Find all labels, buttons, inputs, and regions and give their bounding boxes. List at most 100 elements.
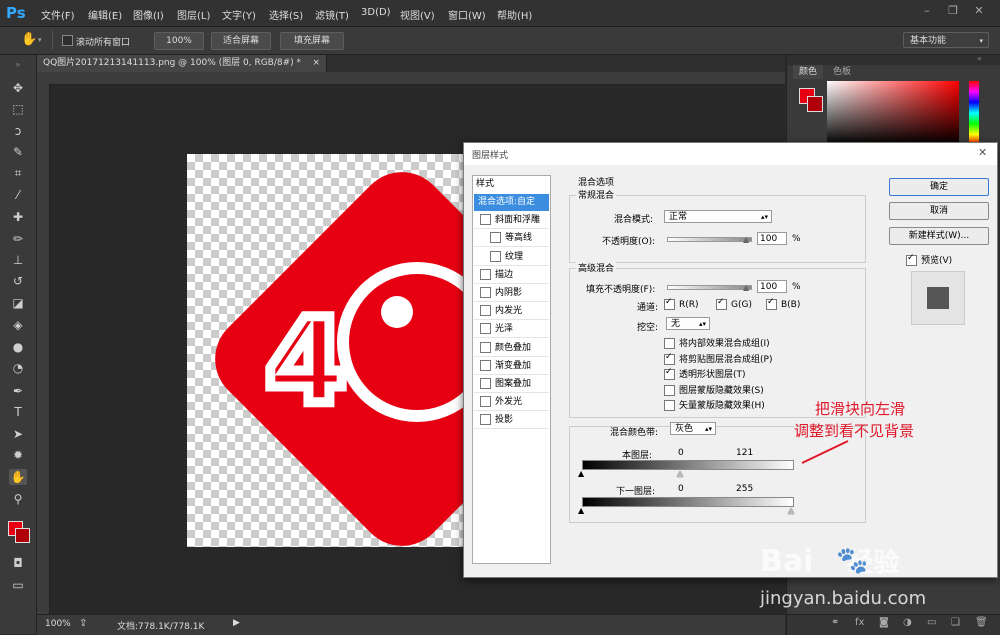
pen-tool-icon[interactable]: ✒ bbox=[9, 383, 27, 399]
style-item-checkbox[interactable] bbox=[490, 250, 501, 262]
menu-view[interactable]: 视图(V) bbox=[400, 7, 435, 22]
advanced-option-checkbox[interactable] bbox=[664, 352, 675, 365]
background-color-swatch[interactable] bbox=[807, 96, 823, 112]
document-canvas[interactable]: 4 bbox=[187, 154, 475, 547]
eraser-tool-icon[interactable]: ◪ bbox=[9, 295, 27, 311]
menu-layer[interactable]: 图层(L) bbox=[177, 7, 210, 22]
new-style-button[interactable]: 新建样式(W)... bbox=[889, 227, 989, 245]
lasso-tool-icon[interactable]: ↄ bbox=[9, 123, 27, 139]
blend-mode-select[interactable]: 正常 ▴▾ bbox=[664, 210, 772, 223]
color-field[interactable] bbox=[827, 81, 959, 145]
this-layer-white-slider[interactable]: ▲ bbox=[677, 469, 683, 478]
link-layers-icon[interactable]: ⚭ bbox=[831, 617, 839, 628]
hue-slider[interactable] bbox=[969, 81, 979, 145]
workspace-select[interactable]: 基本功能 ▾ bbox=[903, 32, 989, 48]
menu-file[interactable]: 文件(F) bbox=[41, 7, 75, 22]
document-tab[interactable]: QQ图片20171213141113.png @ 100% (图层 0, RGB… bbox=[37, 55, 327, 72]
mask-icon[interactable]: ◙ bbox=[879, 617, 889, 628]
fx-icon[interactable]: fx bbox=[855, 617, 864, 628]
chevron-down-icon[interactable]: ▾ bbox=[38, 36, 42, 44]
stamp-tool-icon[interactable]: ⊥ bbox=[9, 252, 27, 268]
advanced-option-checkbox[interactable] bbox=[664, 400, 675, 411]
knockout-select[interactable]: 无 ▴▾ bbox=[666, 317, 710, 330]
group-icon[interactable]: ▭ bbox=[927, 617, 936, 628]
this-layer-black-slider[interactable]: ▲ bbox=[578, 469, 584, 478]
advanced-option-checkbox[interactable] bbox=[664, 338, 675, 349]
trash-icon[interactable]: 🗑 bbox=[975, 617, 988, 628]
fill-opacity-slider[interactable] bbox=[667, 285, 752, 290]
channel-g-checkbox[interactable] bbox=[716, 297, 727, 310]
menu-edit[interactable]: 编辑(E) bbox=[88, 7, 122, 22]
fill-opacity-input[interactable]: 100 bbox=[757, 280, 787, 293]
preview-checkbox[interactable] bbox=[906, 253, 917, 266]
restore-icon[interactable]: ❐ bbox=[944, 4, 962, 18]
style-item-checkbox[interactable] bbox=[480, 214, 491, 226]
style-item[interactable]: 等高线 bbox=[474, 230, 549, 248]
advanced-option[interactable]: 图层蒙版隐藏效果(S) bbox=[664, 383, 764, 396]
share-icon[interactable]: ⇪ bbox=[79, 618, 87, 629]
history-brush-icon[interactable]: ↺ bbox=[9, 273, 27, 289]
tab-close-icon[interactable]: × bbox=[312, 55, 320, 72]
slider-thumb-icon[interactable]: ▲ bbox=[743, 283, 749, 292]
quick-select-tool-icon[interactable]: ✎ bbox=[9, 144, 27, 160]
menu-window[interactable]: 窗口(W) bbox=[448, 7, 486, 22]
minimize-icon[interactable]: – bbox=[918, 4, 936, 18]
collapse-icon[interactable]: » bbox=[9, 57, 27, 73]
type-tool-icon[interactable]: T bbox=[9, 404, 27, 420]
hand-tool-icon[interactable]: ✋ bbox=[9, 469, 27, 485]
new-layer-icon[interactable]: ❏ bbox=[951, 617, 960, 628]
style-item-checkbox[interactable] bbox=[480, 378, 491, 389]
style-item-checkbox[interactable] bbox=[480, 268, 491, 280]
menu-image[interactable]: 图像(I) bbox=[133, 7, 164, 22]
fit-screen-button[interactable]: 适合屏幕 bbox=[211, 32, 271, 50]
style-item-checkbox[interactable] bbox=[490, 232, 501, 244]
dodge-tool-icon[interactable]: ◔ bbox=[9, 360, 27, 376]
preview-toggle[interactable]: 预览(V) bbox=[906, 253, 952, 266]
style-item[interactable]: 投影 bbox=[474, 412, 549, 430]
blur-tool-icon[interactable]: ● bbox=[9, 339, 27, 355]
style-item[interactable]: 内发光 bbox=[474, 303, 549, 321]
eyedropper-tool-icon[interactable]: ⁄ bbox=[9, 187, 27, 203]
adjustment-icon[interactable]: ◑ bbox=[903, 617, 912, 628]
style-item[interactable]: 颜色叠加 bbox=[474, 340, 549, 357]
paint-bucket-icon[interactable]: ◈ bbox=[9, 317, 27, 333]
close-icon[interactable]: ✕ bbox=[970, 4, 988, 18]
advanced-option[interactable]: 将剪贴图层混合成组(P) bbox=[664, 352, 772, 365]
hand-tool-icon[interactable]: ✋ bbox=[21, 32, 37, 47]
style-item-checkbox[interactable] bbox=[480, 287, 491, 298]
zoom-level[interactable]: 100% bbox=[45, 619, 71, 629]
brush-tool-icon[interactable]: ✏ bbox=[9, 231, 27, 247]
zoom-tool-icon[interactable]: ⚲ bbox=[9, 491, 27, 507]
screen-mode-icon[interactable]: ▭ bbox=[9, 577, 27, 593]
advanced-option[interactable]: 透明形状图层(T) bbox=[664, 367, 746, 380]
scroll-all-checkbox[interactable] bbox=[62, 35, 73, 46]
path-select-icon[interactable]: ➤ bbox=[9, 426, 27, 442]
style-item[interactable]: 混合选项:自定 bbox=[474, 194, 549, 211]
blend-if-select[interactable]: 灰色 ▴▾ bbox=[670, 422, 716, 435]
style-item[interactable]: 内阴影 bbox=[474, 285, 549, 302]
style-item[interactable]: 斜面和浮雕 bbox=[474, 212, 549, 230]
style-item[interactable]: 光泽 bbox=[474, 321, 549, 339]
panel-collapse-icon[interactable]: « bbox=[977, 54, 982, 63]
quick-mask-icon[interactable]: ◘ bbox=[9, 555, 27, 571]
tab-swatches[interactable]: 色板 bbox=[827, 65, 857, 79]
move-tool-icon[interactable]: ✥ bbox=[9, 80, 27, 96]
style-item[interactable]: 图案叠加 bbox=[474, 376, 549, 393]
opacity-input[interactable]: 100 bbox=[757, 232, 787, 245]
style-item-checkbox[interactable] bbox=[480, 323, 491, 335]
slider-thumb-icon[interactable]: ▲ bbox=[743, 235, 749, 244]
crop-tool-icon[interactable]: ⌗ bbox=[9, 165, 27, 181]
play-icon[interactable]: ▶ bbox=[233, 618, 240, 628]
menu-select[interactable]: 选择(S) bbox=[269, 7, 303, 22]
marquee-tool-icon[interactable]: ⬚ bbox=[9, 101, 27, 117]
background-color-swatch[interactable] bbox=[15, 528, 30, 543]
zoom-100-button[interactable]: 100% bbox=[154, 32, 204, 50]
advanced-option-checkbox[interactable] bbox=[664, 367, 675, 380]
advanced-option[interactable]: 矢量蒙版隐藏效果(H) bbox=[664, 398, 765, 411]
menu-3d[interactable]: 3D(D) bbox=[361, 7, 391, 18]
advanced-option-checkbox[interactable] bbox=[664, 384, 675, 396]
style-item-checkbox[interactable] bbox=[480, 341, 491, 353]
channel-g[interactable]: G(G) bbox=[716, 297, 752, 310]
menu-type[interactable]: 文字(Y) bbox=[222, 7, 256, 22]
dialog-close-icon[interactable]: ✕ bbox=[978, 146, 987, 159]
